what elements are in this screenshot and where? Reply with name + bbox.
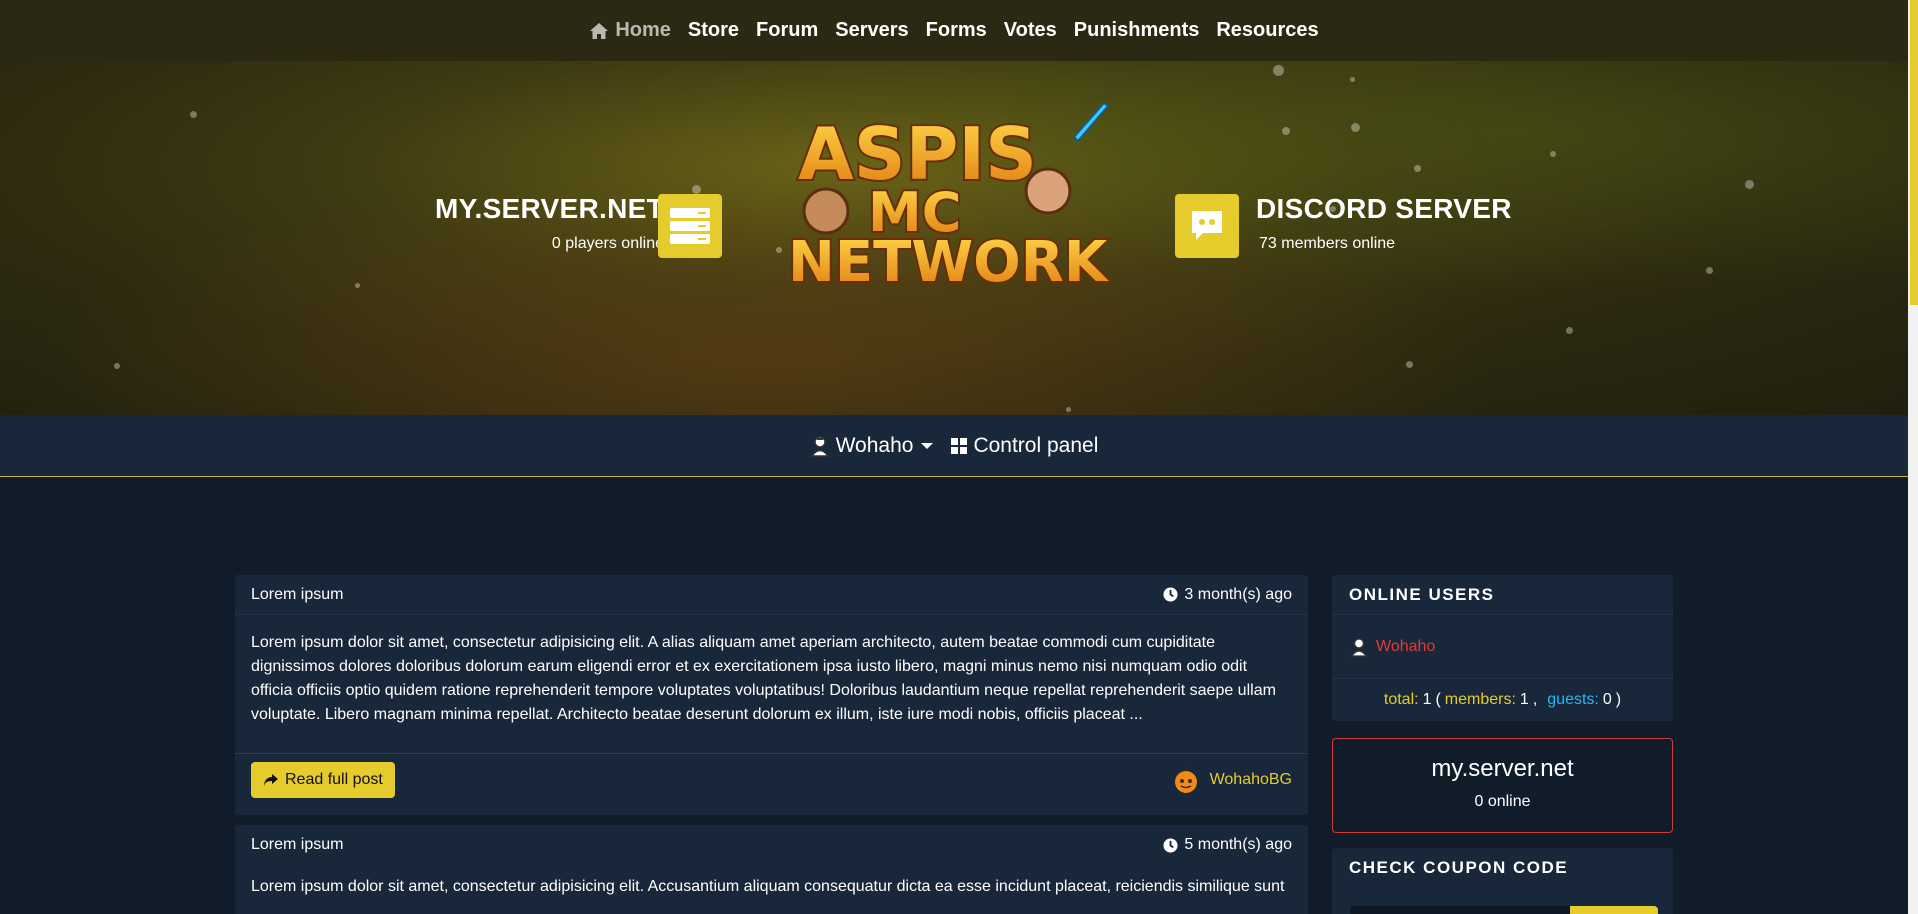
post-excerpt: Lorem ipsum dolor sit amet, consectetur …: [251, 634, 1276, 723]
post-excerpt: Lorem ipsum dolor sit amet, consectetur …: [251, 878, 1285, 895]
clock-icon: [1163, 587, 1178, 602]
particle: [1566, 327, 1573, 334]
nav-servers[interactable]: Servers: [835, 19, 908, 42]
online-users-title: ONLINE USERS: [1332, 575, 1673, 615]
discord-icon-box[interactable]: [1175, 194, 1239, 258]
user-bar: Wohaho Control panel: [0, 415, 1908, 477]
online-user-item[interactable]: Wohaho: [1332, 615, 1673, 679]
particle: [1745, 180, 1754, 189]
particle: [692, 185, 701, 194]
discord-members-online: 73 members online: [1259, 235, 1396, 252]
scrollbar-thumb[interactable]: [1910, 0, 1918, 305]
online-user-name: Wohaho: [1376, 637, 1436, 655]
particle: [1273, 65, 1284, 76]
server-icon[interactable]: [658, 194, 722, 258]
avatar-icon: [810, 435, 830, 457]
top-nav: Home Store Forum Servers Forms Votes Pun…: [0, 0, 1908, 61]
post-header: Lorem ipsum 3 month(s) ago: [235, 575, 1308, 615]
nav-store[interactable]: Store: [688, 19, 739, 42]
news-post: Lorem ipsum 5 month(s) ago Lorem ipsum d…: [235, 825, 1308, 914]
post-author[interactable]: WohahoBG: [1172, 766, 1292, 794]
guests-count: 0: [1602, 691, 1612, 708]
chevron-down-icon: [921, 442, 934, 449]
coupon-title: CHECK COUPON CODE: [1349, 858, 1569, 877]
server-online-count: 0 online: [1474, 793, 1531, 810]
paren-open: (: [1435, 691, 1441, 708]
particle: [1706, 267, 1713, 274]
particle: [190, 111, 197, 118]
particle: [355, 283, 360, 288]
dashboard-icon: [951, 437, 968, 454]
post-title: Lorem ipsum: [251, 585, 344, 603]
check-coupon-button[interactable]: [1570, 906, 1658, 914]
home-icon: [590, 22, 609, 39]
members-count: 1: [1519, 691, 1529, 708]
username: Wohaho: [835, 433, 914, 457]
discord-title: DISCORD SERVER: [1256, 193, 1512, 224]
news-post: Lorem ipsum 3 month(s) ago Lorem ipsum d…: [235, 575, 1308, 815]
guests-label: guests:: [1547, 691, 1599, 708]
coupon-card: CHECK COUPON CODE: [1332, 848, 1673, 914]
user-dropdown[interactable]: Wohaho: [810, 434, 934, 458]
particle: [1406, 361, 1413, 368]
share-arrow-icon: [264, 773, 278, 786]
discord-icon: [1192, 211, 1222, 240]
online-stats: total: 1 ( members: 1 , guests: 0 ): [1332, 679, 1673, 721]
network-logo: ASPIS MC NETWORK: [786, 101, 1112, 293]
post-date: 3 month(s) ago: [1163, 586, 1292, 604]
control-panel-link[interactable]: Control panel: [951, 434, 1098, 458]
server-status-hero[interactable]: MY.SERVER.NET 0 players online: [435, 193, 664, 253]
nav-votes[interactable]: Votes: [1004, 19, 1057, 42]
post-footer: Read full post WohahoBG: [235, 753, 1308, 805]
particle: [1550, 151, 1556, 157]
server-rack-icon: [670, 208, 710, 244]
hero-banner: MY.SERVER.NET 0 players online ASPIS MC …: [0, 61, 1908, 415]
players-online: 0 players online: [551, 235, 664, 252]
total-count: 1: [1422, 691, 1432, 708]
paren-close: ): [1615, 691, 1622, 708]
post-title: Lorem ipsum: [251, 836, 344, 853]
post-date: 5 month(s) ago: [1163, 836, 1292, 854]
post-date-text: 5 month(s) ago: [1184, 836, 1292, 853]
particle: [114, 363, 120, 369]
nav-home[interactable]: Home: [589, 19, 671, 42]
post-header: Lorem ipsum 5 month(s) ago: [235, 825, 1308, 865]
coupon-code-input[interactable]: [1350, 906, 1570, 914]
particle: [1414, 165, 1421, 172]
particle: [1282, 127, 1290, 135]
nav-forms[interactable]: Forms: [926, 19, 987, 42]
author-name: WohahoBG: [1209, 770, 1292, 788]
comma: ,: [1532, 691, 1538, 708]
svg-text:NETWORK: NETWORK: [788, 230, 1110, 293]
nav-home-label: Home: [615, 19, 671, 41]
control-panel-label: Control panel: [973, 433, 1099, 457]
discord-status-hero[interactable]: DISCORD SERVER 73 members online: [1256, 193, 1512, 253]
total-label: total:: [1383, 691, 1419, 708]
nav-punishments[interactable]: Punishments: [1074, 19, 1200, 42]
server-status-card[interactable]: my.server.net 0 online: [1332, 738, 1673, 833]
avatar-icon: [1350, 637, 1368, 657]
server-name: my.server.net: [1431, 755, 1574, 782]
post-date-text: 3 month(s) ago: [1184, 585, 1292, 603]
nav-forum[interactable]: Forum: [756, 19, 818, 42]
read-full-post-label: Read full post: [285, 770, 383, 788]
server-address: MY.SERVER.NET: [435, 193, 664, 224]
online-users-card: ONLINE USERS Wohaho total: 1 ( members: …: [1332, 575, 1673, 721]
members-label: members:: [1444, 691, 1516, 708]
particle: [1350, 77, 1355, 82]
particle: [1066, 407, 1071, 412]
particle: [1351, 123, 1360, 132]
author-avatar: [1174, 766, 1197, 793]
read-full-post-button[interactable]: Read full post: [251, 761, 395, 798]
clock-icon: [1163, 837, 1178, 853]
nav-resources[interactable]: Resources: [1216, 19, 1318, 42]
